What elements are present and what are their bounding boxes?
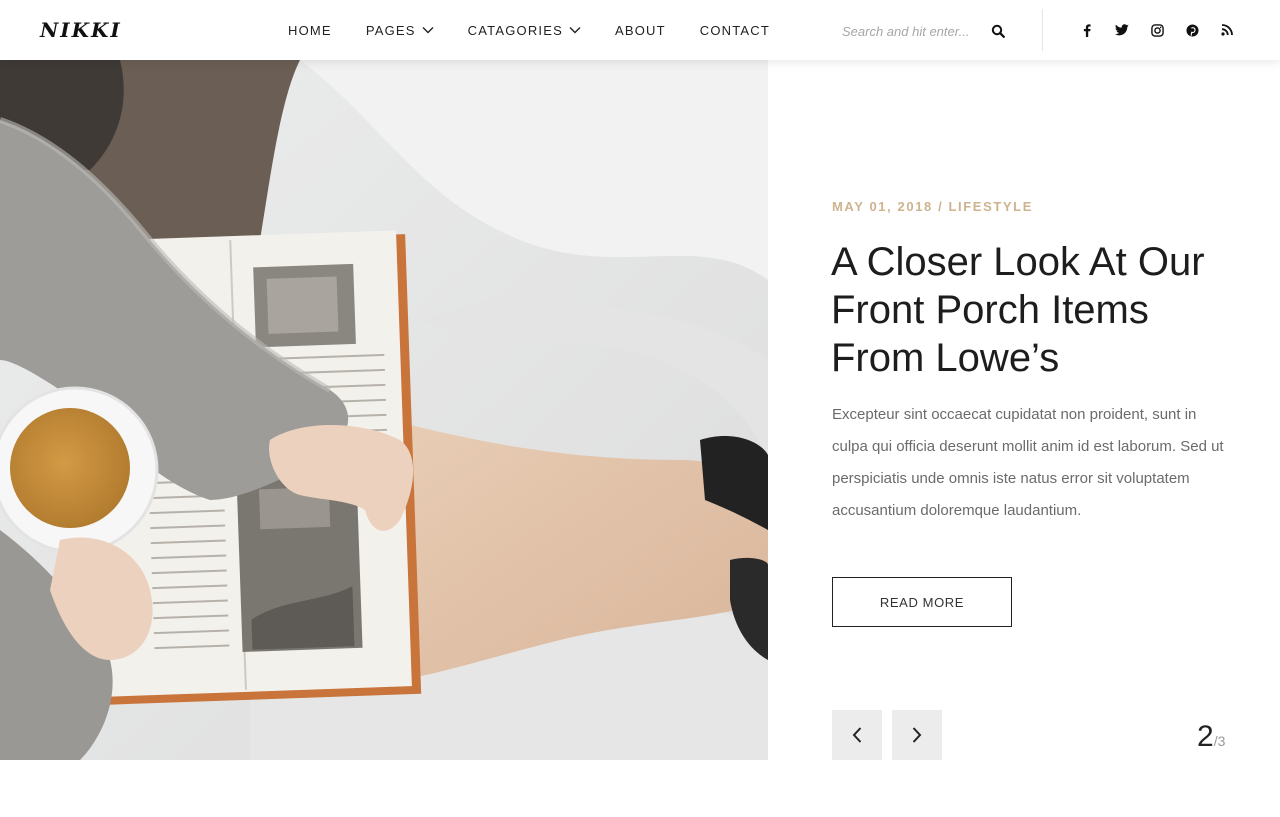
social-links — [1078, 21, 1253, 39]
site-logo[interactable]: NIKKI — [40, 18, 122, 42]
nav-label: CONTACT — [699, 22, 771, 38]
post-meta: MAY 01, 2018 / LIFESTYLE — [832, 199, 1033, 214]
nav-label: CATAGORIES — [467, 22, 563, 38]
chevron-down-icon — [569, 27, 581, 34]
chevron-right-icon — [912, 727, 922, 743]
search-bar — [842, 20, 1022, 42]
chevron-down-icon — [422, 27, 434, 34]
chevron-left-icon — [852, 727, 862, 743]
pinterest-icon[interactable] — [1183, 21, 1201, 39]
slide-counter: 2/3 — [1197, 720, 1225, 754]
instagram-icon[interactable] — [1148, 21, 1166, 39]
twitter-icon[interactable] — [1113, 21, 1131, 39]
nav-label: HOME — [288, 22, 332, 38]
nav-label: ABOUT — [614, 22, 666, 38]
nav-item-pages[interactable]: PAGES — [366, 23, 434, 38]
facebook-icon[interactable] — [1078, 21, 1096, 39]
nav-label: PAGES — [365, 22, 416, 38]
site-header: NIKKI HOME PAGES CATAGORIES ABOUT CONTAC… — [0, 0, 1280, 60]
slide-counter-current: 2 — [1197, 720, 1214, 753]
main-nav: HOME PAGES CATAGORIES ABOUT CONTACT — [288, 0, 804, 60]
header-divider — [1042, 9, 1043, 51]
rss-icon[interactable] — [1218, 21, 1236, 39]
post-title[interactable]: A Closer Look At Our Front Porch Items F… — [831, 238, 1231, 382]
search-icon[interactable] — [991, 24, 1005, 38]
search-input[interactable] — [842, 23, 987, 39]
nav-item-about[interactable]: ABOUT — [615, 23, 666, 38]
slide-counter-total: /3 — [1213, 733, 1226, 749]
slider-next-button[interactable] — [892, 710, 942, 760]
post-excerpt: Excepteur sint occaecat cupidatat non pr… — [832, 406, 1224, 519]
read-more-button[interactable]: READ MORE — [832, 577, 1012, 627]
slider-prev-button[interactable] — [832, 710, 882, 760]
nav-item-contact[interactable]: CONTACT — [700, 23, 770, 38]
nav-item-catagories[interactable]: CATAGORIES — [468, 23, 581, 38]
hero-photo-illustration — [0, 60, 768, 760]
nav-item-home[interactable]: HOME — [288, 23, 332, 38]
hero-image — [0, 60, 768, 760]
